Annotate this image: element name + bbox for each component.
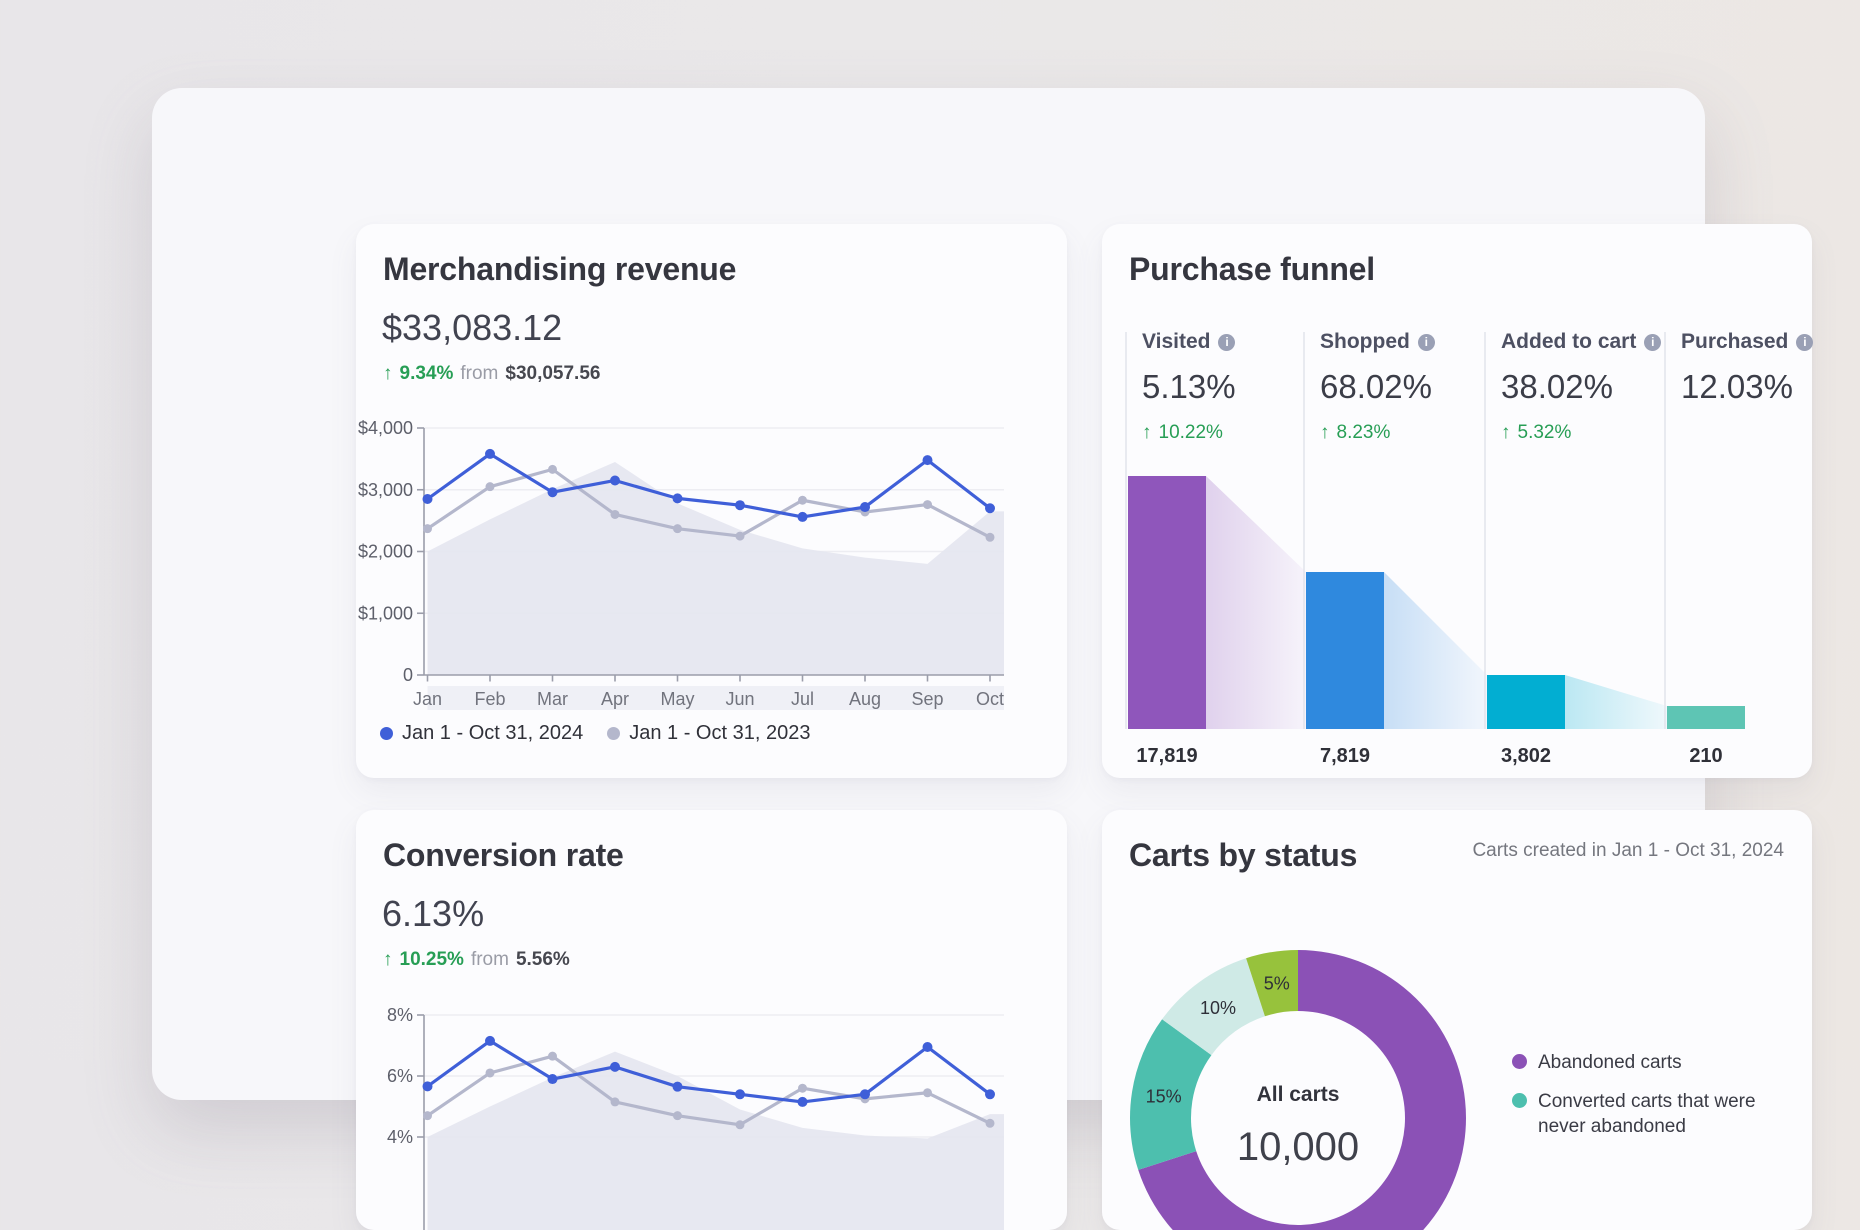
stage-label: Shopped [1320, 328, 1410, 356]
funnel-stage-shopped: Shopped i 68.02% ↑8.23% [1304, 328, 1485, 444]
svg-text:May: May [660, 689, 694, 709]
legend-item[interactable]: Jan 1 - Oct 31, 2024 [380, 722, 583, 745]
card-carts-by-status: 15%10%5%All carts10,000 Carts by status … [1102, 810, 1812, 1230]
stage-delta: ↑5.32% [1501, 422, 1665, 444]
card-title-conversion: Conversion rate [383, 836, 624, 874]
up-arrow-icon: ↑ [1501, 422, 1511, 444]
svg-text:8%: 8% [387, 1005, 413, 1025]
legend-label: Jan 1 - Oct 31, 2024 [402, 722, 583, 745]
stage-value: 12.03% [1681, 366, 1788, 408]
card-title-carts: Carts by status [1129, 836, 1357, 874]
stage-label: Purchased [1681, 328, 1788, 356]
svg-text:Oct: Oct [976, 689, 1004, 709]
card-merchandising-revenue: $4,000 $3,000 $2,000 $1,000 0Jan Feb Mar Apr May… [356, 224, 1067, 778]
svg-text:15%: 15% [1146, 1087, 1182, 1107]
svg-text:Apr: Apr [601, 689, 629, 709]
svg-text:$3,000: $3,000 [358, 480, 413, 500]
svg-text:7,819: 7,819 [1320, 745, 1370, 767]
svg-text:Feb: Feb [474, 689, 505, 709]
svg-text:0: 0 [403, 665, 413, 685]
svg-text:$1,000: $1,000 [358, 603, 413, 623]
svg-text:Jan: Jan [413, 689, 442, 709]
dashboard-panel: $4,000 $3,000 $2,000 $1,000 0Jan Feb Mar Apr May… [152, 88, 1705, 1100]
up-arrow-icon: ↑ [383, 362, 393, 386]
funnel-bar-chart: 17,819 7,819 3,802 210 [1102, 224, 1812, 778]
card-title-revenue: Merchandising revenue [383, 250, 736, 288]
delta-previous-value: 5.56% [516, 948, 570, 972]
up-arrow-icon: ↑ [383, 948, 393, 972]
info-icon[interactable]: i [1796, 334, 1813, 351]
carts-legend-item: Converted carts that were never abandone… [1512, 1089, 1780, 1139]
carts-legend-item: Abandoned carts [1512, 1050, 1780, 1075]
analytics-dashboard: { "colors": { "accent_blue": "#3f5fd8", … [0, 0, 1860, 1060]
stage-value: 38.02% [1501, 366, 1665, 408]
delta-percent: 9.34% [400, 362, 454, 386]
delta-from-word: from [460, 362, 498, 386]
svg-text:Sep: Sep [911, 689, 943, 709]
svg-text:Aug: Aug [849, 689, 881, 709]
svg-text:10,000: 10,000 [1237, 1125, 1359, 1169]
info-icon[interactable]: i [1644, 334, 1661, 351]
carts-chart-legend: Abandoned carts Converted carts that were… [1512, 1050, 1780, 1153]
card-conversion-rate: 8% 6% 4% Conversion rate 6.13% ↑ 10.25% fr… [356, 810, 1067, 1230]
legend-dot [380, 727, 393, 740]
up-arrow-icon: ↑ [1320, 422, 1330, 444]
funnel-stage-visited: Visited i 5.13% ↑10.22% [1126, 328, 1304, 444]
stage-label: Added to cart [1501, 328, 1636, 356]
legend-label: Abandoned carts [1538, 1050, 1682, 1075]
stage-delta: ↑10.22% [1142, 422, 1304, 444]
svg-text:17,819: 17,819 [1136, 745, 1197, 767]
svg-text:4%: 4% [387, 1127, 413, 1147]
delta-previous-value: $30,057.56 [505, 362, 600, 386]
stage-label: Visited [1142, 328, 1210, 356]
stage-delta: ↑8.23% [1320, 422, 1485, 444]
revenue-delta: ↑ 9.34% from $30,057.56 [383, 362, 600, 386]
svg-text:Mar: Mar [537, 689, 568, 709]
legend-dot [607, 727, 620, 740]
svg-text:Jun: Jun [725, 689, 754, 709]
revenue-chart-legend: Jan 1 - Oct 31, 2024 Jan 1 - Oct 31, 2023 [380, 722, 810, 745]
svg-text:$2,000: $2,000 [358, 542, 413, 562]
card-purchase-funnel: 17,819 7,819 3,802 210 Purchase funnel Visi… [1102, 224, 1812, 778]
card-title-funnel: Purchase funnel [1129, 250, 1375, 288]
delta-percent: 10.25% [400, 948, 464, 972]
legend-dot [1512, 1093, 1527, 1108]
info-icon[interactable]: i [1218, 334, 1235, 351]
delta-from-word: from [471, 948, 509, 972]
stage-value: 5.13% [1142, 366, 1304, 408]
revenue-value: $33,083.12 [382, 306, 562, 350]
svg-text:Jul: Jul [791, 689, 814, 709]
svg-text:$4,000: $4,000 [358, 418, 413, 438]
funnel-stage-added-to-cart: Added to cart i 38.02% ↑5.32% [1485, 328, 1665, 444]
up-arrow-icon: ↑ [1142, 422, 1152, 444]
conversion-delta: ↑ 10.25% from 5.56% [383, 948, 570, 972]
stage-value: 68.02% [1320, 366, 1485, 408]
conversion-value: 6.13% [382, 892, 484, 936]
legend-label: Jan 1 - Oct 31, 2023 [629, 722, 810, 745]
legend-label: Converted carts that were never abandone… [1538, 1089, 1780, 1139]
legend-item[interactable]: Jan 1 - Oct 31, 2023 [607, 722, 810, 745]
svg-text:6%: 6% [387, 1066, 413, 1086]
legend-dot [1512, 1054, 1527, 1069]
info-icon[interactable]: i [1418, 334, 1435, 351]
svg-text:5%: 5% [1264, 974, 1290, 994]
carts-date-range: Carts created in Jan 1 - Oct 31, 2024 [1472, 840, 1784, 862]
svg-text:10%: 10% [1200, 998, 1236, 1018]
svg-text:210: 210 [1689, 745, 1722, 767]
funnel-stage-purchased: Purchased i 12.03% [1665, 328, 1788, 408]
svg-text:All carts: All carts [1257, 1083, 1340, 1106]
svg-text:3,802: 3,802 [1501, 745, 1551, 767]
